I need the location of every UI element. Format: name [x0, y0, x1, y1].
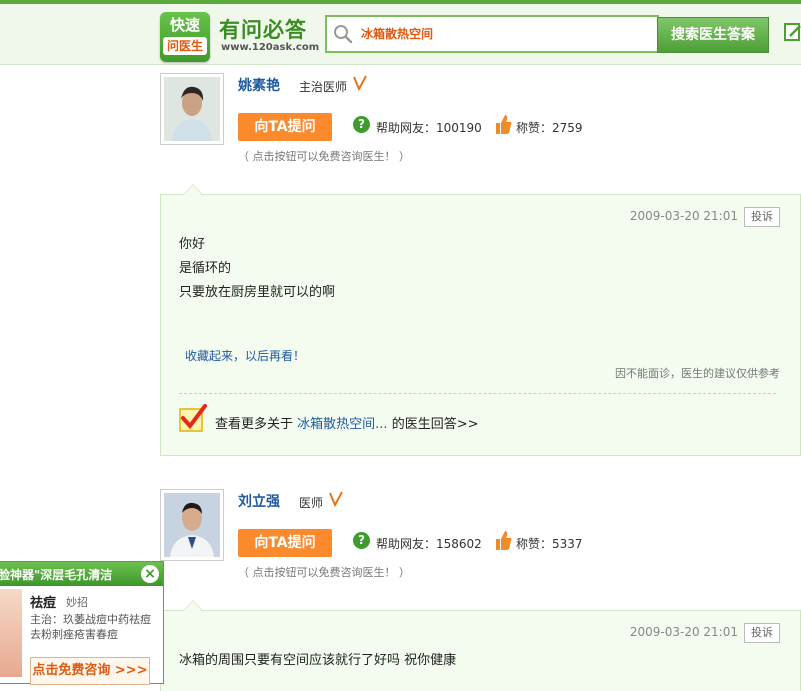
answer-text: 你好 是循环的 只要放在厨房里就可以的啊 [179, 233, 335, 305]
answer-line: 你好 [179, 237, 206, 252]
help-count: 帮助网友：158602 [376, 537, 482, 551]
answer-pointer [183, 184, 203, 195]
site-url: www.120ask.com [221, 42, 320, 53]
thumbs-up-icon [496, 531, 512, 550]
report-button[interactable]: 投诉 [744, 207, 780, 227]
more-answers-line: 查看更多关于 冰箱散热空间... 的医生回答>> [215, 413, 479, 432]
search-icon [334, 25, 353, 44]
doctor-card: 刘立强 医师 向TA提问 ? 帮助网友：158602 称赞：5337 （ 点击按… [160, 489, 801, 579]
doctor-avatar[interactable] [160, 489, 224, 561]
free-consult-note: （ 点击按钮可以免费咨询医生！ ） [238, 566, 410, 579]
site-logo[interactable]: 快速 问医生 [160, 12, 210, 62]
free-consult-note: （ 点击按钮可以免费咨询医生！ ） [238, 150, 410, 163]
answer-line: 是循环的 [179, 261, 232, 276]
divider [179, 393, 776, 394]
search-box [325, 15, 659, 53]
close-icon[interactable]: × [141, 565, 159, 583]
site-name[interactable]: 有问必答 [219, 14, 307, 44]
ad-image[interactable] [0, 589, 22, 677]
answer-pointer [183, 600, 203, 611]
like-count: 称赞：2759 [516, 121, 583, 135]
verified-v-icon [353, 75, 367, 91]
logo-line1: 快速 [169, 16, 200, 34]
disclaimer: 因不能面诊，医生的建议仅供参考 [615, 367, 780, 380]
doctor-title: 医师 [299, 496, 324, 510]
search-input[interactable] [361, 23, 641, 43]
help-icon: ? [353, 532, 370, 549]
like-count: 称赞：5337 [516, 537, 583, 551]
logo-line2: 问医生 [163, 37, 207, 55]
answer-date: 2009-03-20 21:01 [629, 625, 738, 639]
answer-box: 2009-03-20 21:01 投诉 冰箱的周围只要有空间应该就行了好吗 祝你… [160, 600, 801, 691]
answer-date: 2009-03-20 21:01 [629, 209, 738, 223]
ad-header: 脸神器"深层毛孔清洁 × [0, 562, 163, 586]
help-count: 帮助网友：100190 [376, 121, 482, 135]
doctor-avatar[interactable] [160, 73, 224, 145]
ad-name[interactable]: 祛痘 [30, 592, 56, 611]
answer-text: 冰箱的周围只要有空间应该就行了好吗 祝你健康 [179, 649, 456, 673]
doctor-name[interactable]: 刘立强 [238, 491, 280, 511]
report-button[interactable]: 投诉 [744, 623, 780, 643]
ad-tag: 妙招 [66, 596, 88, 609]
ask-doctor-button[interactable]: 向TA提问 [238, 529, 332, 557]
verified-v-icon [329, 491, 343, 507]
doctor-title: 主治医师 [299, 80, 348, 94]
more-prefix: 查看更多关于 [215, 417, 294, 432]
answer-line: 只要放在厨房里就可以的啊 [179, 285, 336, 300]
ad-description: 主治：玖萎战痘中药祛痘去粉刺痤疮害春痘 [30, 613, 151, 641]
search-button[interactable]: 搜索医生答案 [657, 17, 769, 53]
more-suffix-link[interactable]: 的医生回答>> [392, 417, 479, 432]
doctor-card: 姚素艳 主治医师 向TA提问 ? 帮助网友：100190 称赞：2759 （ 点… [160, 73, 801, 163]
ad-consult-button[interactable]: 点击免费咨询 >>> [30, 657, 150, 685]
edit-icon[interactable] [784, 22, 801, 42]
answer-box: 2009-03-20 21:01 投诉 你好 是循环的 只要放在厨房里就可以的啊… [160, 184, 801, 456]
ad-title[interactable]: 脸神器"深层毛孔清洁 [0, 566, 112, 583]
help-icon: ? [353, 116, 370, 133]
floating-ad[interactable]: 脸神器"深层毛孔清洁 × 祛痘 妙招 主治：玖萎战痘中药祛痘去粉刺痤疮害春痘 点… [0, 561, 164, 685]
thumbs-up-icon [496, 115, 512, 134]
answer-line: 冰箱的周围只要有空间应该就行了好吗 祝你健康 [179, 653, 457, 668]
checkmark-icon [179, 404, 207, 432]
site-header: 快速 问医生 有问必答 www.120ask.com 搜索医生答案 [0, 4, 801, 65]
more-keyword-link[interactable]: 冰箱散热空间... [297, 417, 387, 432]
doctor-name[interactable]: 姚素艳 [238, 75, 280, 95]
favorite-link[interactable]: 收藏起来，以后再看！ [185, 347, 305, 364]
ask-doctor-button[interactable]: 向TA提问 [238, 113, 332, 141]
